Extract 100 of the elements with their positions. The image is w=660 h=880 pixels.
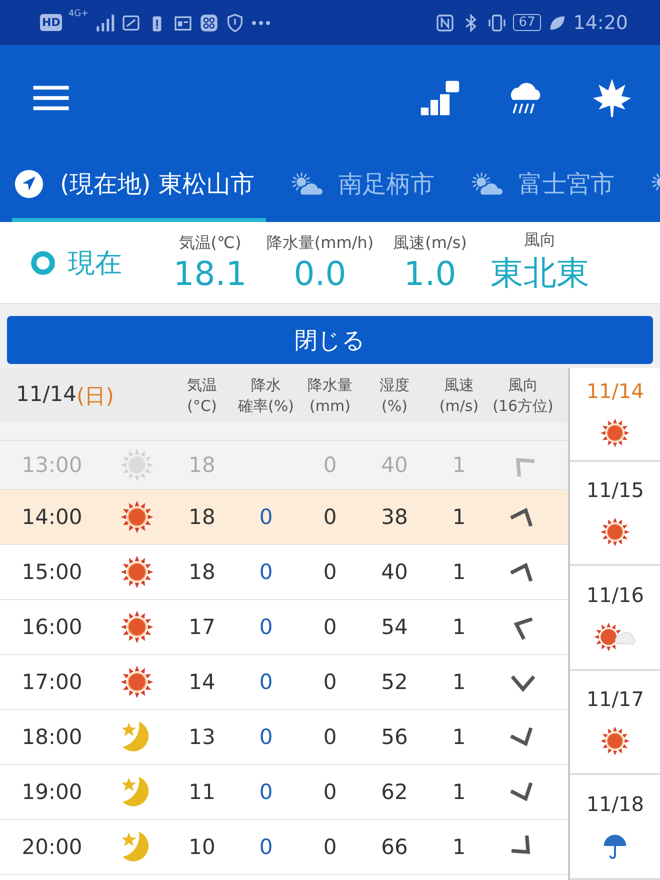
field-label: 降水量(mm/h)	[266, 232, 374, 254]
sun-icon	[599, 725, 632, 758]
more-icon	[250, 20, 271, 26]
day-item[interactable]: 11/17	[570, 670, 660, 776]
day-item[interactable]: 11/15	[570, 462, 660, 566]
apps-icon	[198, 12, 219, 32]
hour-row[interactable]: 17:00 14 0 0 52 1	[0, 655, 568, 710]
time-cell: 16:00	[22, 615, 82, 639]
hour-row[interactable]: 19:00 11 0 0 62 1	[0, 765, 568, 820]
column-header: 降水量	[308, 375, 352, 396]
humidity-cell: 40	[381, 560, 408, 584]
time-cell: 19:00	[22, 780, 82, 804]
column-header: 気温	[187, 375, 217, 396]
precip-cell: 0	[323, 670, 337, 694]
close-button[interactable]: 閉じる	[7, 316, 653, 364]
column-header: 風速	[444, 375, 474, 396]
sun-icon	[119, 447, 155, 483]
sun-icon	[599, 416, 632, 449]
day-date: 11/18	[586, 792, 644, 816]
humidity-cell: 66	[381, 835, 408, 859]
column-header: (°C)	[187, 396, 217, 416]
humidity-cell: 38	[381, 505, 408, 529]
day-date: 11/14	[586, 378, 644, 403]
wind-speed-cell: 1	[452, 670, 466, 694]
precip-chance-cell: 0	[259, 670, 273, 694]
time-cell: 17:00	[22, 670, 82, 694]
field-value: 18.1	[173, 254, 247, 292]
precip-chance-cell: 0	[259, 725, 273, 749]
shield-icon	[224, 12, 245, 32]
app-icon	[120, 12, 141, 32]
sun-icon	[119, 664, 155, 700]
wind-speed-cell: 1	[452, 725, 466, 749]
temperature-cell: 18	[188, 560, 216, 584]
humidity-cell: 40	[381, 453, 408, 477]
column-header: 確率(%)	[238, 396, 294, 416]
maple-leaf-icon[interactable]	[591, 76, 633, 118]
precip-chance-cell: 0	[259, 505, 273, 529]
hour-row[interactable]: 14:00 18 0 0 38 1	[0, 490, 568, 545]
hour-row[interactable]: 15:00 18 0 0 40 1	[0, 545, 568, 600]
temperature-cell: 17	[188, 615, 216, 639]
day-date: 11/15	[586, 478, 644, 502]
column-header: 降水	[251, 375, 281, 396]
wind-speed-cell: 1	[452, 780, 466, 804]
temperature-cell: 18	[188, 505, 216, 529]
humidity-cell: 62	[381, 780, 408, 804]
wind-speed-cell: 1	[452, 615, 466, 639]
temperature-cell: 18	[188, 453, 216, 477]
column-header: 風向	[508, 375, 538, 396]
time-cell: 18:00	[22, 725, 82, 749]
clock: 14:20	[573, 12, 628, 34]
field-value: 1.0	[404, 254, 456, 292]
field-label: 風速(m/s)	[393, 232, 467, 254]
wind-speed-cell: 1	[452, 560, 466, 584]
temperature-cell: 11	[188, 780, 216, 804]
precip-chance-cell: 0	[259, 780, 273, 804]
time-cell: 20:00	[22, 835, 82, 859]
location-tab[interactable]: (現在地) 東松山市	[12, 150, 266, 222]
sun-icon	[119, 554, 155, 590]
precip-chance-cell: 0	[259, 560, 273, 584]
day-date: 11/17	[586, 687, 644, 712]
wind-speed-cell: 1	[452, 835, 466, 859]
precip-cell: 0	[323, 725, 337, 749]
network-type: 4G+	[68, 9, 89, 19]
vibrate-icon	[486, 12, 507, 32]
field-label: 風向	[524, 230, 556, 250]
precip-cell: 0	[323, 780, 337, 804]
battery-level: 67	[512, 14, 542, 31]
day-item[interactable]: 11/18	[570, 775, 660, 880]
humidity-cell: 52	[381, 670, 408, 694]
column-header: (mm)	[310, 396, 350, 416]
hd-indicator: HD	[40, 14, 62, 31]
precip-cell: 0	[323, 453, 337, 477]
time-cell: 13:00	[22, 453, 82, 477]
precip-chance-cell: 0	[259, 835, 273, 859]
day-item[interactable]: 11/16	[570, 566, 660, 671]
temperature-cell: 14	[188, 670, 216, 694]
navigation-icon	[12, 169, 46, 199]
sun-icon	[599, 516, 632, 548]
column-header: (16方位)	[492, 396, 554, 416]
menu-icon[interactable]	[33, 84, 71, 112]
column-header: (%)	[382, 396, 408, 416]
current-indicator-icon	[30, 250, 56, 276]
time-cell: 15:00	[22, 560, 82, 584]
precip-cell: 0	[323, 615, 337, 639]
signal-icon	[94, 12, 115, 32]
sun-icon	[119, 499, 155, 535]
humidity-cell: 56	[381, 725, 408, 749]
field-value: 東北東	[490, 252, 590, 294]
field-value: 0.0	[294, 254, 346, 292]
temperature-cell: 10	[188, 835, 216, 859]
date-heading: 11/14	[16, 382, 77, 408]
current-label: 現在	[68, 246, 122, 280]
nfc-icon	[434, 12, 455, 32]
hour-row[interactable]: 18:00 13 0 0 56 1	[0, 710, 568, 765]
hour-row[interactable]: 20:00 10 0 0 66 1	[0, 820, 568, 875]
hour-row[interactable]: 16:00 17 0 0 54 1	[0, 600, 568, 655]
humidity-cell: 54	[381, 615, 408, 639]
field-label: 気温(℃)	[178, 232, 242, 254]
sun-icon	[119, 609, 155, 645]
precip-cell: 0	[323, 835, 337, 859]
